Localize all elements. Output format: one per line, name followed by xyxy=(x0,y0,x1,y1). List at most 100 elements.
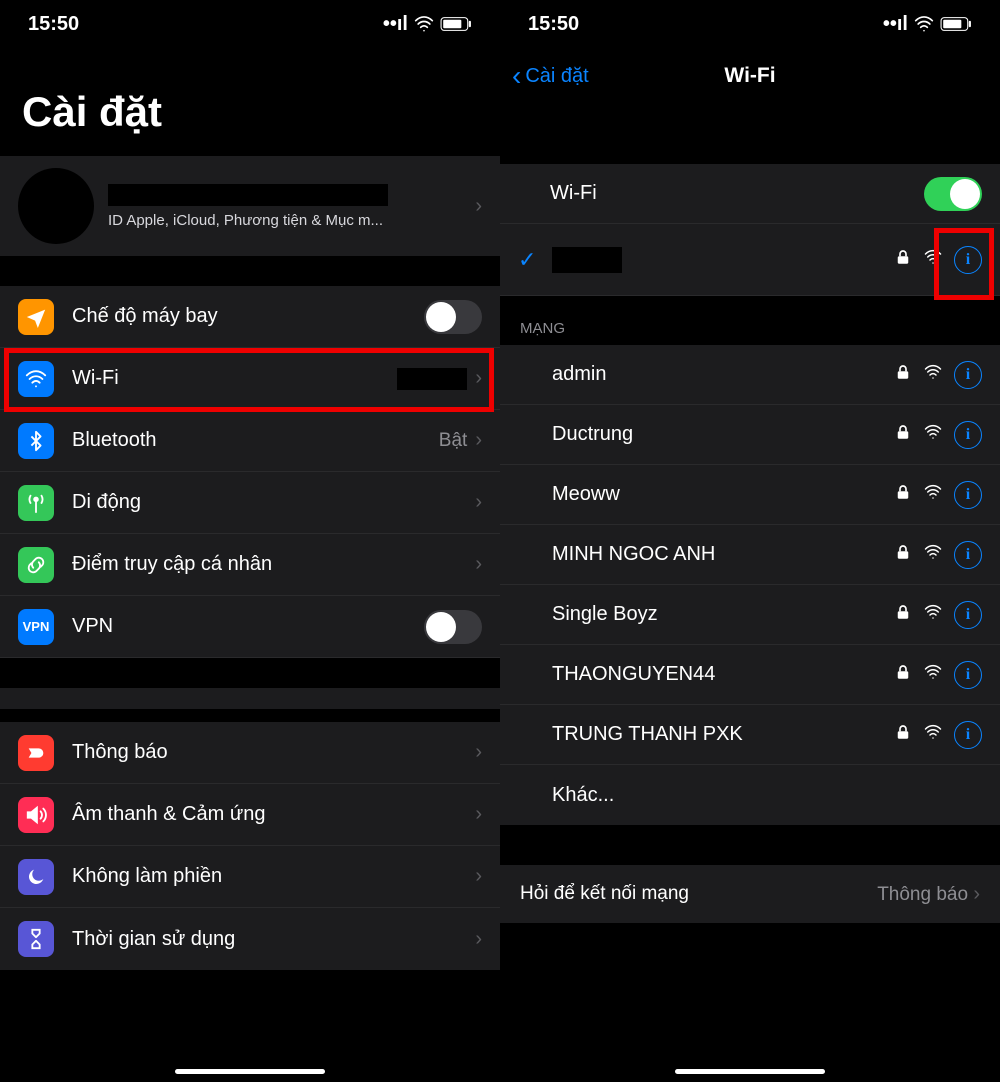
network-name: Single Boyz xyxy=(552,603,894,626)
row-label: Chế độ máy bay xyxy=(72,305,424,328)
link-icon xyxy=(18,547,54,583)
account-subtitle: ID Apple, iCloud, Phương tiện & Mục m... xyxy=(108,212,475,229)
row-sound[interactable]: Âm thanh & Cảm ứng › xyxy=(0,784,500,846)
chevron-right-icon: › xyxy=(475,803,482,826)
status-time: 15:50 xyxy=(28,13,79,36)
bluetooth-icon xyxy=(18,423,54,459)
row-label: Âm thanh & Cảm ứng xyxy=(72,803,475,826)
lock-icon xyxy=(894,603,912,627)
account-name-redacted xyxy=(108,184,388,206)
apple-id-row[interactable]: ID Apple, iCloud, Phương tiện & Mục m...… xyxy=(0,156,500,256)
row-airplane-mode[interactable]: Chế độ máy bay xyxy=(0,286,500,348)
network-row[interactable]: THAONGUYEN44i xyxy=(500,645,1000,705)
chevron-right-icon: › xyxy=(475,367,482,390)
hourglass-icon xyxy=(18,921,54,957)
other-network-row[interactable]: Khác... xyxy=(500,765,1000,825)
connected-ssid-redacted xyxy=(552,247,622,273)
network-name: Meoww xyxy=(552,483,894,506)
wifi-icon xyxy=(924,248,942,272)
row-wifi[interactable]: Wi-Fi › xyxy=(0,348,500,410)
chevron-right-icon: › xyxy=(973,883,980,905)
lock-icon xyxy=(894,423,912,447)
network-name: Ductrung xyxy=(552,423,894,446)
bell-icon xyxy=(18,735,54,771)
wifi-icon xyxy=(924,603,942,627)
row-dnd[interactable]: Không làm phiền › xyxy=(0,846,500,908)
row-notifications[interactable]: Thông báo › xyxy=(0,722,500,784)
wifi-icon xyxy=(914,14,934,34)
info-icon[interactable]: i xyxy=(954,541,982,569)
nav-bar: ‹ Cài đặt Wi-Fi xyxy=(500,48,1000,104)
network-name: MINH NGOC ANH xyxy=(552,543,894,566)
signal-icon: ••ıl xyxy=(383,13,408,36)
chevron-left-icon: ‹ xyxy=(512,62,521,90)
vpn-toggle[interactable] xyxy=(424,610,482,644)
lock-icon xyxy=(894,248,912,272)
lock-icon xyxy=(894,663,912,687)
airplane-icon xyxy=(18,299,54,335)
network-row[interactable]: Ductrung i xyxy=(500,405,1000,465)
network-row[interactable]: Meoww i xyxy=(500,465,1000,525)
row-value: Thông báo xyxy=(877,884,968,905)
info-icon[interactable]: i xyxy=(954,661,982,689)
ask-to-join-row[interactable]: Hỏi để kết nối mạng Thông báo › xyxy=(500,865,1000,923)
avatar xyxy=(18,168,94,244)
battery-icon xyxy=(940,16,972,32)
row-label: Thông báo xyxy=(72,741,475,764)
info-icon[interactable]: i xyxy=(954,246,982,274)
network-row[interactable]: TRUNG THANH PXKi xyxy=(500,705,1000,765)
speaker-icon xyxy=(18,797,54,833)
wifi-toggle-row[interactable]: Wi-Fi xyxy=(500,164,1000,224)
row-cellular[interactable]: Di động › xyxy=(0,472,500,534)
row-label: Wi-Fi xyxy=(72,367,397,390)
info-icon[interactable]: i xyxy=(954,601,982,629)
networks-header: MẠNG xyxy=(500,296,1000,345)
row-vpn[interactable]: VPN VPN xyxy=(0,596,500,658)
network-row[interactable]: admin i xyxy=(500,345,1000,405)
info-icon[interactable]: i xyxy=(954,421,982,449)
lock-icon xyxy=(894,363,912,387)
check-icon: ✓ xyxy=(518,247,552,273)
vpn-icon: VPN xyxy=(18,609,54,645)
airplane-toggle[interactable] xyxy=(424,300,482,334)
wifi-toggle[interactable] xyxy=(924,177,982,211)
row-hotspot[interactable]: Điểm truy cập cá nhân › xyxy=(0,534,500,596)
lock-icon xyxy=(894,723,912,747)
wifi-icon xyxy=(924,363,942,387)
row-screentime[interactable]: Thời gian sử dụng › xyxy=(0,908,500,970)
network-name: admin xyxy=(552,363,894,386)
row-label: Thời gian sử dụng xyxy=(72,928,475,951)
back-label: Cài đặt xyxy=(525,65,588,88)
wifi-icon xyxy=(924,483,942,507)
wifi-value-redacted xyxy=(397,368,467,390)
info-icon[interactable]: i xyxy=(954,361,982,389)
home-indicator[interactable] xyxy=(175,1069,325,1074)
network-row[interactable]: MINH NGOC ANH i xyxy=(500,525,1000,585)
info-icon[interactable]: i xyxy=(954,721,982,749)
row-label: Wi-Fi xyxy=(518,182,924,205)
page-title: Cài đặt xyxy=(0,48,500,156)
wifi-icon xyxy=(414,14,434,34)
row-label: Hỏi để kết nối mạng xyxy=(520,883,689,905)
lock-icon xyxy=(894,483,912,507)
status-bar: 15:50 ••ıl xyxy=(0,0,500,48)
row-label: VPN xyxy=(72,615,424,638)
back-button[interactable]: ‹ Cài đặt xyxy=(512,62,589,90)
row-label: Không làm phiền xyxy=(72,865,475,888)
wifi-icon xyxy=(924,723,942,747)
connected-network-row[interactable]: ✓ i xyxy=(500,224,1000,296)
row-bluetooth[interactable]: Bluetooth Bật › xyxy=(0,410,500,472)
wifi-icon xyxy=(924,423,942,447)
nav-title: Wi-Fi xyxy=(724,64,775,88)
home-indicator[interactable] xyxy=(675,1069,825,1074)
status-indicators: ••ıl xyxy=(883,13,972,36)
settings-screen: 15:50 ••ıl Cài đặt ID Apple, iCloud, Phư… xyxy=(0,0,500,1082)
row-label: Khác... xyxy=(552,784,982,807)
network-row[interactable]: Single Boyz i xyxy=(500,585,1000,645)
row-value: Bật xyxy=(439,430,468,452)
status-time: 15:50 xyxy=(528,13,579,36)
wifi-icon xyxy=(924,543,942,567)
status-bar: 15:50 ••ıl xyxy=(500,0,1000,48)
chevron-right-icon: › xyxy=(475,928,482,951)
info-icon[interactable]: i xyxy=(954,481,982,509)
